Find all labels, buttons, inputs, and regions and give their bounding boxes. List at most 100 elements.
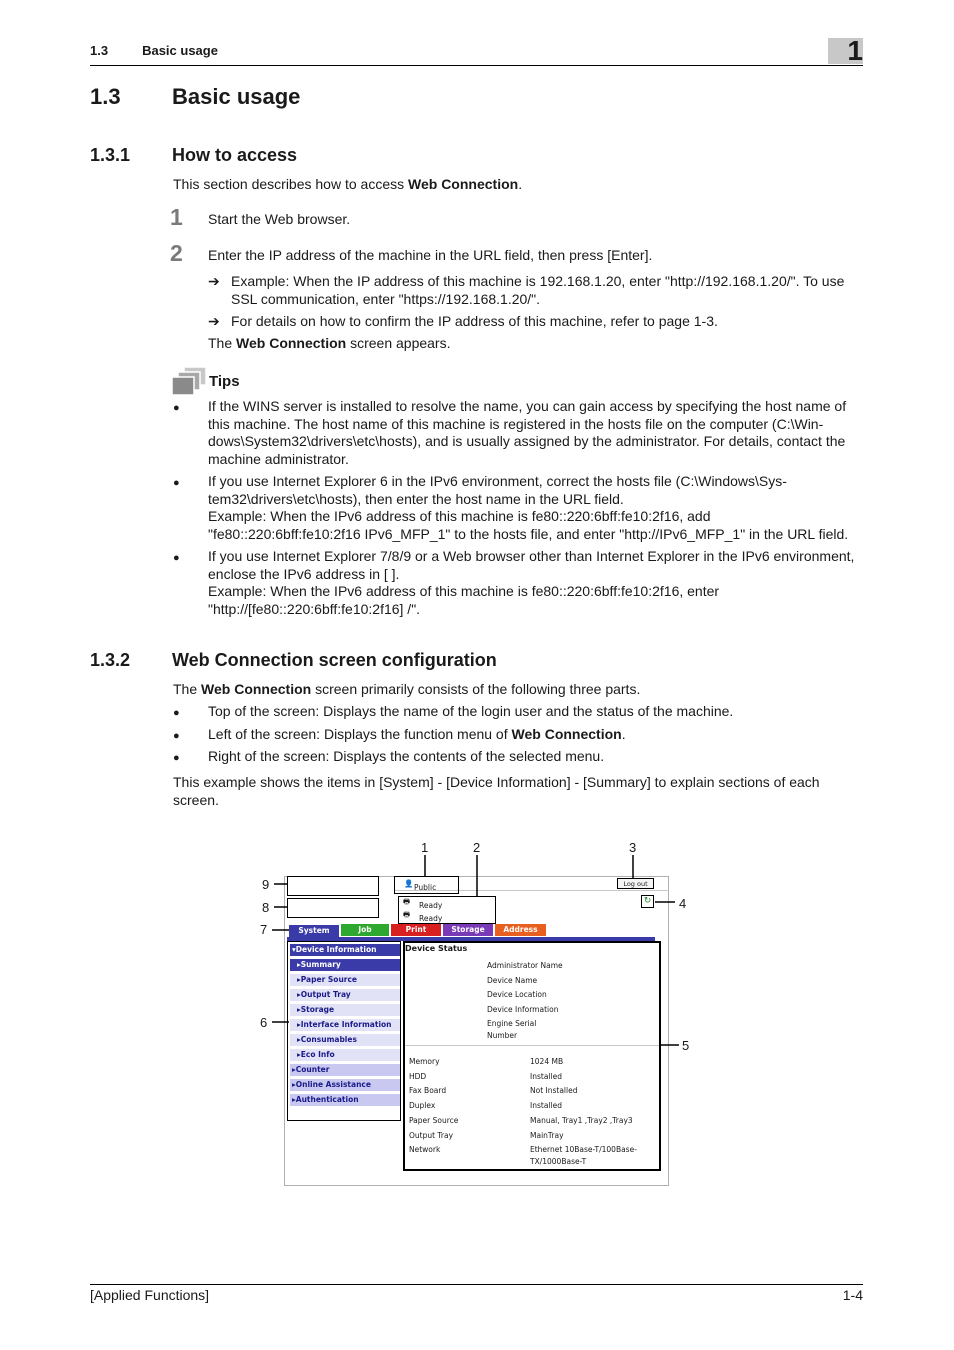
tab-print[interactable]: Print [391,924,441,936]
chapter-number: 1 [847,35,863,66]
menu-item[interactable]: ▸Interface Information [290,1019,400,1031]
product-name: Web Connection [511,726,622,742]
menu-item[interactable]: ▸Output Tray [290,989,400,1001]
device-field-label: Device Information [487,1004,559,1014]
tab-storage[interactable]: Storage [443,924,493,936]
callout-1: 1 [421,840,429,855]
config-left: Left of the screen: Displays the functio… [208,726,863,744]
logout-button[interactable]: Log out [617,878,654,889]
device-field-label: Number [487,1031,518,1040]
product-name: Web Connection [201,681,312,697]
tab-address[interactable]: Address [495,924,546,936]
text-run: Left of the screen: Displays the functio… [208,726,512,742]
device-field-label: Device Location [487,990,547,999]
running-header-num: 1.3 [90,43,109,58]
subsection-heading-config: 1.3.2 Web Connection screen configuration [90,650,497,671]
info-key: Memory [409,1057,440,1066]
footer-page-number: 1-4 [842,1287,863,1303]
tip-wins: If the WINS server is installed to resol… [208,398,847,467]
arrow-icon: ➔ [208,313,220,329]
screen-appears-text: The Web Connection screen appears. [208,335,451,353]
subsection-heading-access: 1.3.1 How to access [90,145,297,166]
arrow-icon: ➔ [208,273,220,289]
menu-item[interactable]: ▸Paper Source [290,974,400,986]
product-name: Web Connection [408,176,519,192]
callout-9: 9 [262,877,270,892]
footer-rule [90,1284,863,1285]
menu-item[interactable]: ▸Consumables [290,1034,400,1046]
info-key: HDD [409,1071,427,1081]
text-run: screen primarily consists of the followi… [311,681,641,697]
tab-job[interactable]: Job [341,924,389,936]
bullet-icon: ● [173,477,180,489]
menu-item[interactable]: ▸Summary [290,959,400,971]
text-run: The [173,681,202,697]
callout-3: 3 [629,840,637,855]
device-field-label: Device Name [487,975,538,985]
step-number-1: 1 [170,204,183,230]
config-top: Top of the screen: Displays the name of … [208,703,734,719]
bullet-icon: ● [173,730,180,742]
running-header-title: Basic usage [142,43,218,58]
panel-title: Device Status [405,944,468,953]
tip-ie7: If you use Internet Explorer 7/8/9 or a … [208,548,863,618]
scanner-status: Ready [419,914,443,923]
device-field-label: Engine Serial [487,1019,537,1028]
info-value: MainTray [530,1130,564,1140]
bullet-icon: ● [173,707,180,719]
printer-icon: 🖶 [403,897,411,906]
user-icon: 👤 [404,879,414,888]
subsection-number: 1.3.2 [90,650,131,670]
step-2-text: Enter the IP address of the machine in t… [208,247,653,263]
menu-item[interactable]: ▸Eco Info [290,1049,400,1061]
menu-item[interactable]: ▸Online Assistance [290,1079,400,1091]
menu-item[interactable]: ▸Counter [290,1064,400,1076]
access-intro: This section describes how to access Web… [173,176,522,194]
callout-8: 8 [262,900,270,915]
tip-ie6-example: Example: When the IPv6 address of this m… [208,508,849,542]
bullet-icon: ● [173,752,180,764]
running-header: 1.3 Basic usage [90,43,218,58]
scanner-icon: 🖶 [403,910,411,919]
header-rule [90,65,863,66]
menu-item[interactable]: ▸Authentication [290,1094,400,1106]
device-field-label: Administrator Name [487,961,563,970]
info-key: Network [409,1145,441,1155]
info-key: Paper Source [409,1115,459,1125]
info-value: Installed [530,1101,562,1111]
tip-ie6-text: If you use Internet Explorer 6 in the IP… [208,473,787,507]
login-user-name: Public [414,883,437,892]
subsection-number: 1.3.1 [90,145,131,165]
text-run: . [621,726,626,742]
step-1-text: Start the Web browser. [208,211,351,227]
tip-ie6: If you use Internet Explorer 6 in the IP… [208,473,863,543]
step-2-example: Example: When the IP address of this mac… [231,273,845,307]
tab-system[interactable]: System [289,925,339,937]
step-number-2: 2 [170,240,183,266]
panel-divider [405,1045,659,1046]
info-value: Not Installed [530,1086,578,1096]
text-run: The [208,335,237,351]
info-key: Output Tray [409,1130,454,1140]
info-value: 1024 MB [530,1057,564,1066]
menu-item[interactable]: ▸Storage [290,1004,400,1016]
callout-7: 7 [260,922,268,937]
info-value: Installed [530,1071,562,1081]
callout-6: 6 [260,1015,268,1030]
logo-area [287,876,379,896]
info-key: Duplex [409,1101,436,1111]
section-number: 1.3 [90,84,121,109]
menu-item[interactable]: ▾Device Information [290,944,400,956]
text-run: . [518,176,523,192]
subsection-title: How to access [172,145,298,165]
bullet-icon: ● [173,402,180,414]
network-value-cont: TX/1000Base-T [530,1157,587,1166]
printer-status: Ready [419,901,443,910]
step-2-reference: For details on how to confirm the IP add… [231,313,718,329]
info-key: Fax Board [409,1086,447,1096]
config-example: This example shows the items in [System]… [173,774,820,808]
callout-2: 2 [473,840,481,855]
section-heading: 1.3 Basic usage [90,84,300,110]
text-run: This section describes how to access [173,176,408,192]
refresh-icon[interactable]: ↻ [641,895,654,908]
